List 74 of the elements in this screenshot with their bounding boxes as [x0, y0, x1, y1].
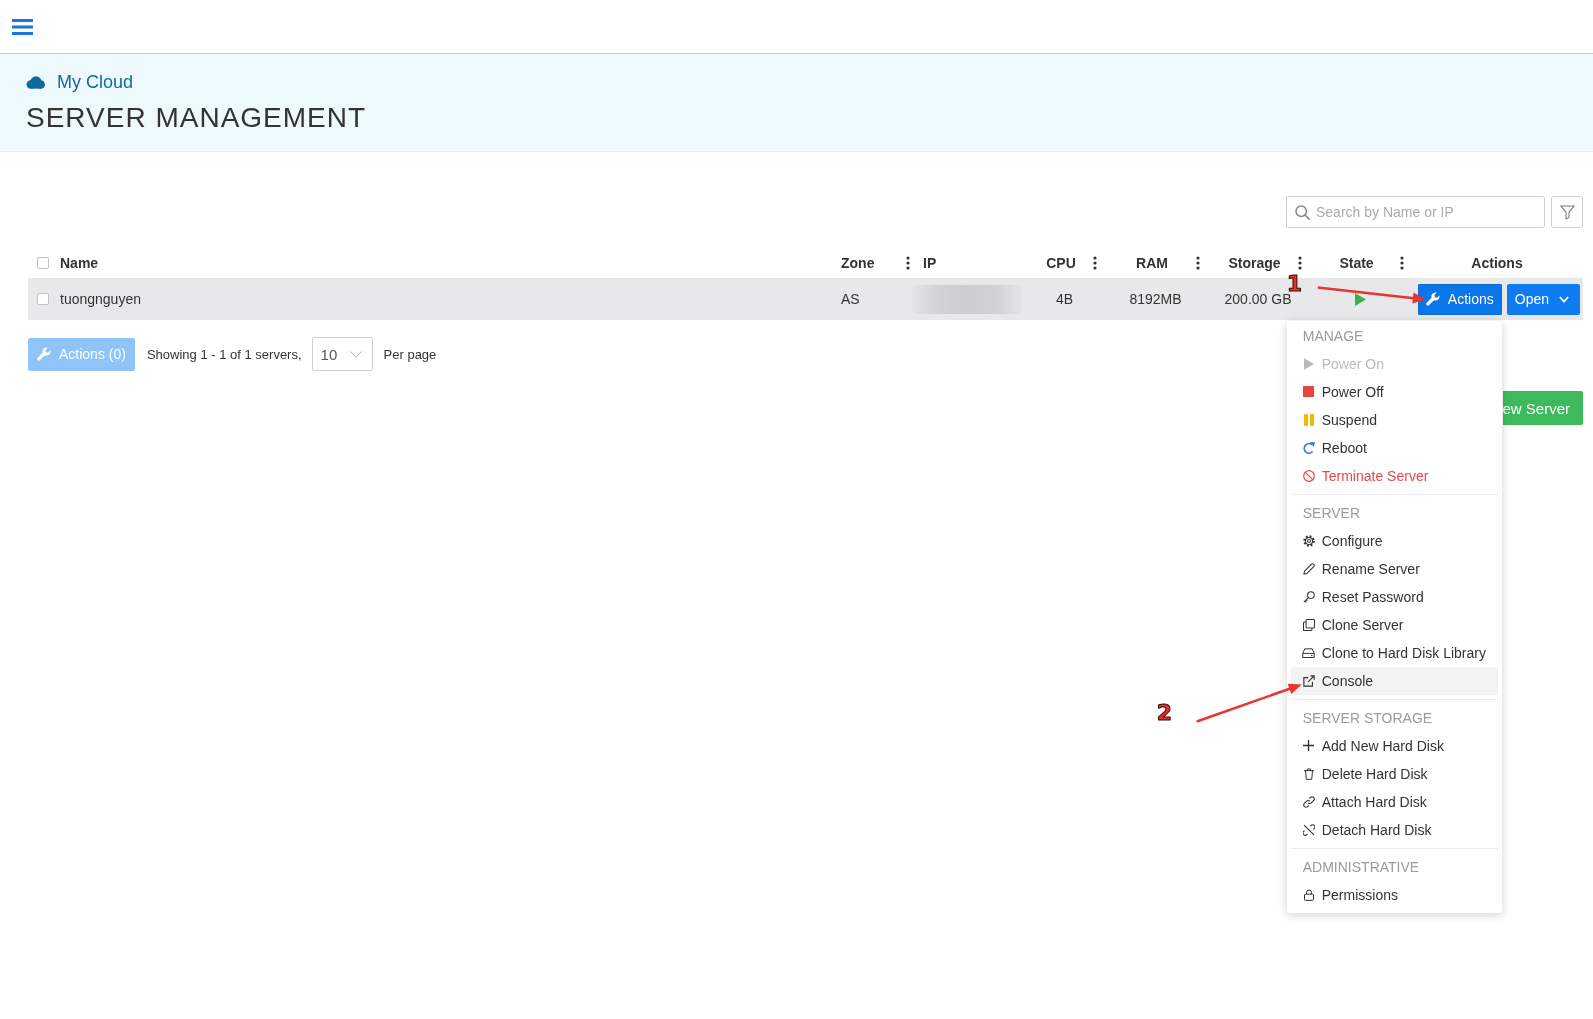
column-header: Zone — [841, 255, 875, 271]
menu-item[interactable]: Console — [1290, 666, 1498, 695]
reload-icon — [1302, 441, 1315, 454]
step-number: 1 — [1286, 275, 1303, 292]
menu-item[interactable]: Reset Password — [1290, 582, 1498, 611]
unlink-icon — [1302, 823, 1315, 836]
stop-icon — [1303, 386, 1315, 397]
table-cell: 200.00 GB — [1224, 291, 1292, 307]
actions-button[interactable]: Actions — [1417, 283, 1502, 315]
menu-item[interactable]: Delete Hard Disk — [1290, 759, 1498, 788]
page-title: SERVER MANAGEMENT — [26, 101, 367, 135]
pencil-icon — [1302, 562, 1315, 575]
gear-icon — [1302, 534, 1315, 547]
per-page-select[interactable]: 10 — [311, 337, 373, 371]
checkbox[interactable] — [37, 293, 49, 305]
menu-section-header: MANAGE — [1302, 327, 1364, 344]
menu-section-header: SERVER STORAGE — [1302, 709, 1433, 726]
menu-item[interactable]: Configure — [1290, 526, 1498, 555]
menu-item[interactable]: Clone Server — [1290, 610, 1498, 639]
per-page-label: Per page — [383, 346, 437, 362]
kebab-icon[interactable] — [1400, 256, 1404, 270]
plus-icon — [1303, 740, 1315, 751]
menu-item[interactable]: Add New Hard Disk — [1290, 731, 1498, 760]
link-icon — [1302, 795, 1315, 808]
menu-item[interactable]: Attach Hard Disk — [1290, 787, 1498, 816]
column-header: Name — [60, 255, 99, 271]
menu-item[interactable]: Reboot — [1290, 433, 1498, 462]
menu-item[interactable]: Suspend — [1290, 405, 1498, 434]
wrench-icon — [37, 347, 51, 361]
menu-section-header: ADMINISTRATIVE — [1302, 858, 1420, 875]
menu-icon[interactable] — [12, 18, 33, 35]
menu-section-header: SERVER — [1302, 504, 1361, 521]
search-icon — [1295, 204, 1310, 220]
menu-item[interactable]: Permissions — [1290, 880, 1498, 909]
table-cell: 8192MB — [1129, 291, 1182, 307]
chevron-down-icon — [349, 350, 362, 358]
checkbox[interactable] — [37, 257, 49, 269]
column-header: Storage — [1228, 255, 1281, 271]
search-field[interactable]: Search by Name or IP — [1286, 196, 1545, 228]
search-input[interactable]: Search by Name or IP — [1316, 197, 1544, 227]
hard-drive-icon — [1302, 647, 1316, 658]
cloud-icon — [26, 75, 45, 89]
kebab-icon[interactable] — [1093, 256, 1097, 270]
menu-item[interactable]: Detach Hard Disk — [1290, 815, 1498, 844]
pause-icon — [1303, 413, 1314, 426]
trash-icon — [1303, 767, 1314, 780]
breadcrumb-link[interactable]: My Cloud — [57, 71, 134, 93]
chevron-down-icon — [1559, 295, 1569, 303]
pagination-summary: Showing 1 - 1 of 1 servers, — [146, 346, 302, 362]
table-cell: 4B — [1055, 291, 1074, 307]
kebab-icon[interactable] — [906, 256, 910, 270]
kebab-icon[interactable] — [1196, 256, 1200, 270]
kebab-icon[interactable] — [1298, 256, 1302, 270]
wrench-icon — [1425, 292, 1440, 306]
menu-item[interactable]: Terminate Server — [1290, 461, 1498, 490]
key-icon — [1302, 590, 1315, 603]
column-header: Actions — [1471, 255, 1523, 271]
external-link-icon — [1302, 674, 1315, 687]
column-header: State — [1339, 255, 1374, 271]
column-header: CPU — [1046, 255, 1076, 271]
copy-icon — [1302, 618, 1315, 631]
lock-icon — [1303, 888, 1314, 901]
open-button[interactable]: Open — [1506, 283, 1580, 315]
play-icon — [1303, 357, 1314, 370]
table-cell: tuongnguyen — [60, 291, 141, 307]
menu-item[interactable]: Rename Server — [1290, 554, 1498, 583]
filter-icon — [1559, 204, 1575, 220]
menu-item[interactable]: Power Off — [1290, 377, 1498, 406]
table-cell: AS — [841, 291, 860, 307]
step-number: 2 — [1156, 704, 1173, 721]
column-header: IP — [923, 255, 937, 271]
prohibited-icon — [1302, 469, 1315, 482]
menu-item[interactable]: Clone to Hard Disk Library — [1290, 638, 1498, 667]
column-header: RAM — [1136, 255, 1168, 271]
